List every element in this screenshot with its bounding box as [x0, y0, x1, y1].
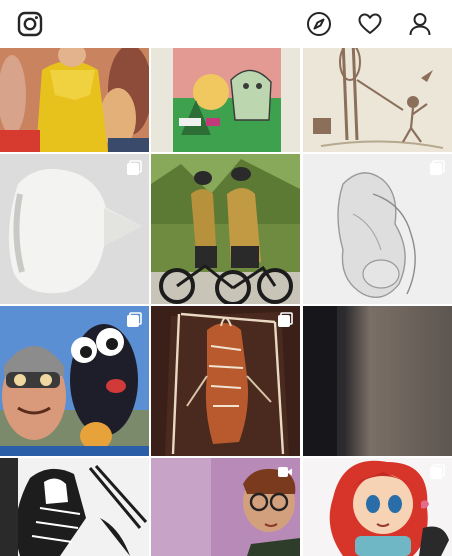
post-image [303, 154, 452, 304]
post-thumbnail[interactable] [151, 306, 300, 456]
post-thumbnail[interactable] [151, 48, 300, 152]
carousel-icon [429, 160, 445, 176]
post-image [151, 154, 300, 304]
post-image [303, 306, 452, 456]
post-thumbnail[interactable] [303, 154, 452, 304]
post-image [0, 154, 149, 304]
post-thumbnail[interactable] [303, 306, 452, 456]
post-thumbnail[interactable] [151, 458, 300, 556]
post-image [0, 458, 149, 556]
profile-icon[interactable] [407, 11, 433, 37]
post-grid [0, 48, 452, 556]
carousel-icon [429, 464, 445, 480]
post-thumbnail[interactable] [303, 458, 452, 556]
top-navigation-bar [0, 0, 452, 48]
post-thumbnail[interactable] [0, 306, 149, 456]
post-thumbnail[interactable] [0, 458, 149, 556]
post-image [0, 306, 149, 456]
post-thumbnail[interactable] [0, 48, 149, 152]
post-image [151, 306, 300, 456]
carousel-icon [277, 312, 293, 328]
post-image [151, 48, 300, 152]
post-image [0, 48, 149, 152]
instagram-logo-icon[interactable] [17, 11, 43, 37]
post-image [303, 48, 452, 152]
video-icon [277, 464, 293, 480]
heart-icon[interactable] [357, 11, 383, 37]
carousel-icon [126, 312, 142, 328]
post-thumbnail[interactable] [0, 154, 149, 304]
post-thumbnail[interactable] [151, 154, 300, 304]
compass-icon[interactable] [306, 11, 332, 37]
post-thumbnail[interactable] [303, 48, 452, 152]
carousel-icon [126, 160, 142, 176]
